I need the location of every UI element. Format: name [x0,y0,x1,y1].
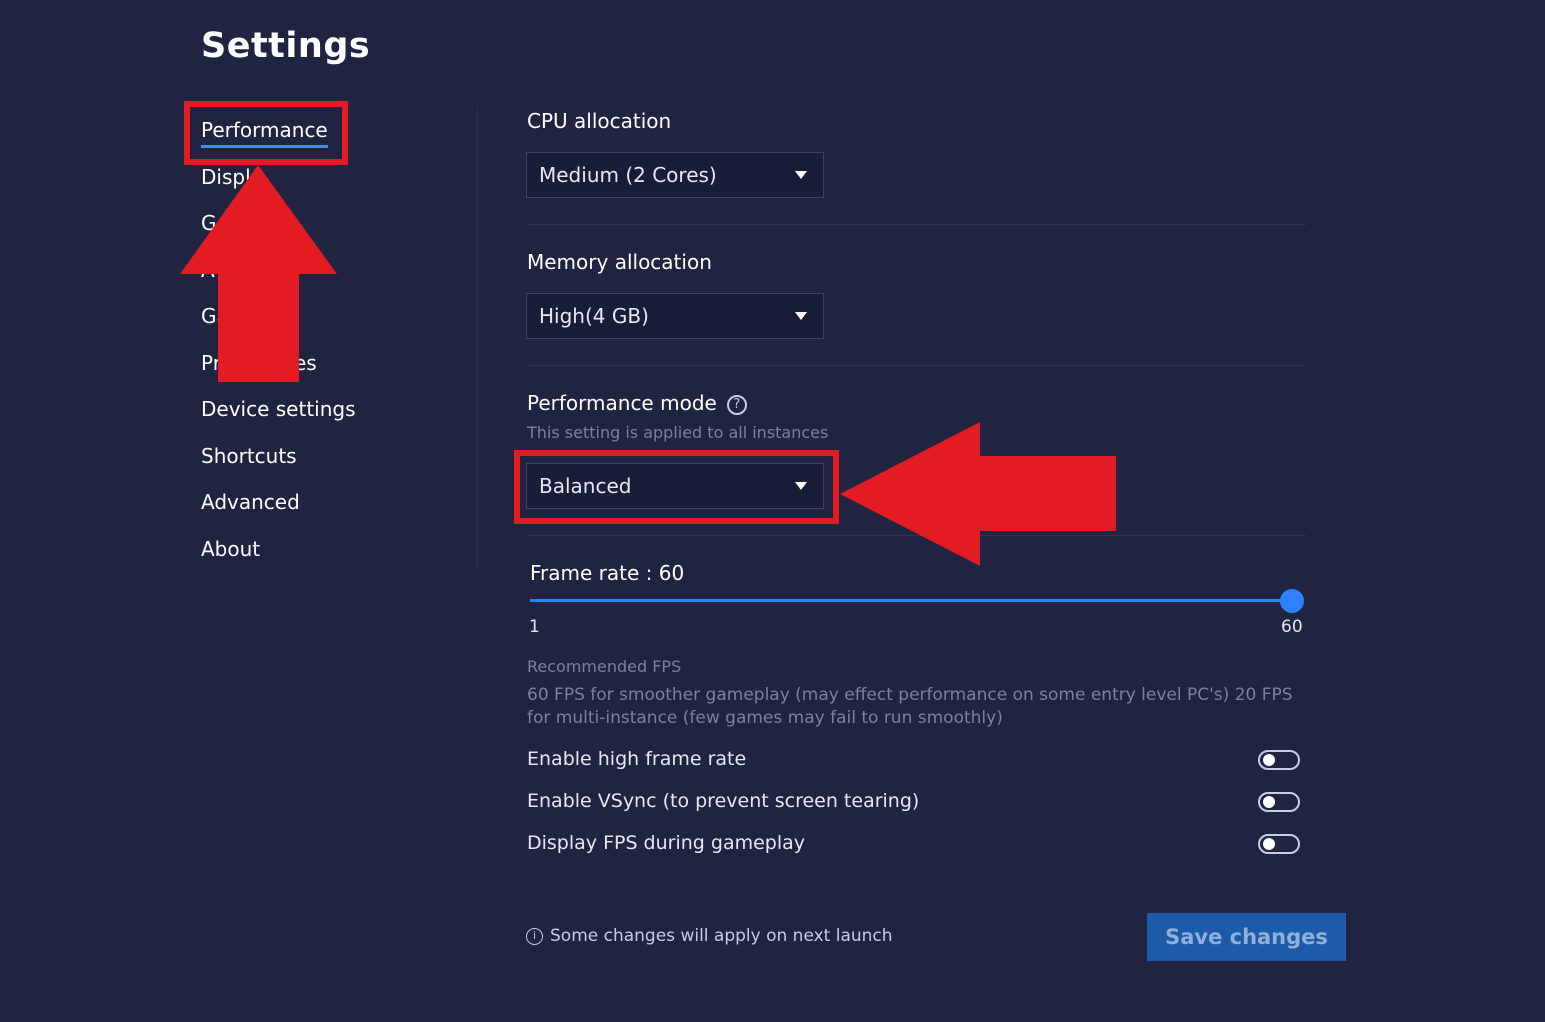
sidebar-item-6-start: Pr [201,351,221,375]
sidebar-item-5[interactable]: Ga [201,304,229,328]
frame-rate-max-label: 60 [1281,617,1303,637]
sidebar-item-4[interactable]: A [201,258,215,282]
help-icon[interactable]: ? [726,395,747,415]
toggle-label-display-fps: Display FPS during gameplay [527,832,806,854]
sidebar-divider [477,108,478,568]
save-changes-button[interactable]: Save changes [1147,913,1346,961]
frame-rate-slider-thumb[interactable] [1280,589,1304,613]
sidebar-item-advanced[interactable]: Advanced [201,490,300,514]
sidebar-item-shortcuts[interactable]: Shortcuts [201,444,297,468]
left-arrow-icon [840,422,1116,566]
toggle-vsync[interactable] [1258,792,1300,812]
sidebar-item-device-settings[interactable]: Device settings [201,397,356,421]
recommended-fps-title: Recommended FPS [527,657,682,676]
frame-rate-label: Frame rate : 60 [530,561,685,585]
footer-note: i Some changes will apply on next launch [526,926,893,946]
toggle-knob [1263,754,1275,766]
sidebar-item-about[interactable]: About [201,537,260,561]
toggle-knob [1263,838,1275,850]
frame-rate-min-label: 1 [529,617,540,637]
info-icon: i [526,927,543,945]
toggle-label-high-frame-rate: Enable high frame rate [527,748,747,770]
performance-mode-highlight-box [514,450,839,524]
sidebar-item-6-end: es [293,351,317,375]
sidebar-item-6[interactable]: Pr es [201,351,317,375]
sidebar-item-3[interactable]: G [201,211,217,235]
chevron-down-icon [795,312,807,320]
cpu-allocation-label: CPU allocation [527,109,672,133]
recommended-fps-text: 60 FPS for smoother gameplay (may effect… [527,685,1293,728]
toggle-display-fps[interactable] [1258,834,1300,854]
cpu-allocation-value: Medium (2 Cores) [539,163,717,187]
section-divider [527,535,1306,536]
memory-allocation-dropdown[interactable]: High(4 GB) [526,293,824,339]
cpu-allocation-dropdown[interactable]: Medium (2 Cores) [526,152,824,198]
frame-rate-slider-track[interactable] [530,599,1290,602]
toggle-label-vsync: Enable VSync (to prevent screen tearing) [527,790,920,812]
page-title: Settings [201,26,371,66]
section-divider [527,365,1306,366]
toggle-knob [1263,796,1275,808]
performance-mode-sublabel: This setting is applied to all instances [527,423,829,442]
chevron-down-icon [795,171,807,179]
performance-mode-label: Performance mode? [527,391,747,415]
footer-note-text: Some changes will apply on next launch [550,926,893,946]
toggle-high-frame-rate[interactable] [1258,750,1300,770]
performance-highlight-box [184,101,348,165]
performance-mode-text: Performance mode [527,391,717,415]
memory-allocation-value: High(4 GB) [539,304,649,328]
sidebar-item-display[interactable]: Displ [201,165,251,189]
memory-allocation-label: Memory allocation [527,250,712,274]
section-divider [527,224,1306,225]
